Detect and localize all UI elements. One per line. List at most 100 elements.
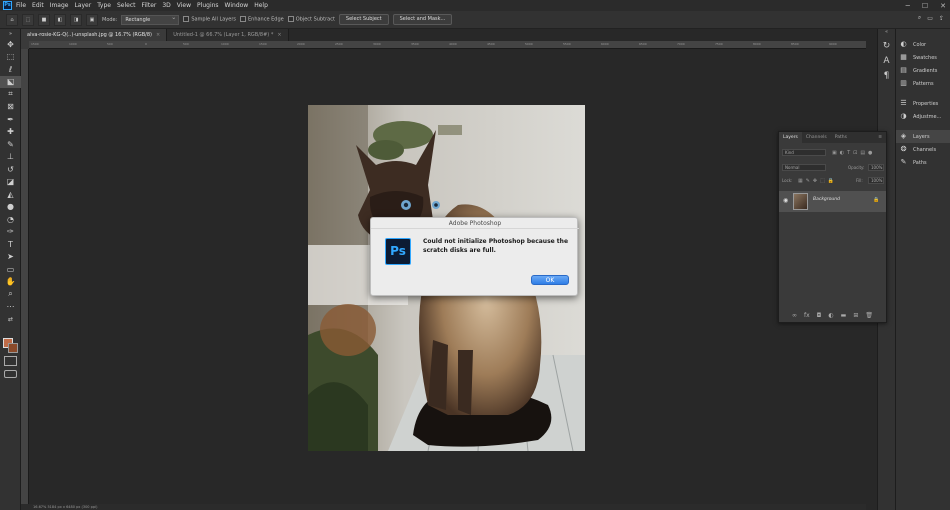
layer-row-background[interactable]: ◉ Background 🔒 (779, 191, 886, 212)
close-tab-icon[interactable]: × (277, 32, 281, 38)
filter-icons[interactable]: ▣◐T⊡▤● (832, 149, 875, 157)
layer-style-icon[interactable]: fx (804, 312, 810, 319)
type-tool-icon[interactable]: T (0, 238, 21, 251)
home-icon[interactable]: ⌂ (6, 13, 18, 26)
close-tab-icon[interactable]: × (156, 32, 160, 38)
new-selection-icon[interactable]: ■ (38, 13, 50, 26)
opacity-field[interactable]: 100% (868, 164, 884, 171)
fill-field[interactable]: 100% (868, 177, 884, 184)
add-selection-icon[interactable]: ◧ (54, 13, 66, 26)
menu-type[interactable]: Type (97, 2, 111, 9)
kind-filter-select[interactable]: Kind (782, 149, 826, 156)
maximize-icon[interactable]: ☐ (922, 2, 928, 10)
eraser-tool-icon[interactable]: ◪ (0, 176, 21, 189)
adjustments-icon: ◑ (900, 112, 907, 120)
screen-mode-icon[interactable] (4, 370, 17, 378)
blend-mode-select[interactable]: Normal (782, 164, 826, 171)
horizontal-ruler[interactable]: 1500 1000 500 0 500 1000 1500 2000 2500 … (29, 41, 866, 49)
ok-button[interactable]: OK (531, 275, 569, 285)
select-and-mask-button[interactable]: Select and Mask... (392, 14, 453, 25)
menu-edit[interactable]: Edit (32, 2, 44, 9)
collapse-panels-icon[interactable]: « (878, 29, 895, 41)
menu-filter[interactable]: Filter (142, 2, 157, 9)
menu-image[interactable]: Image (50, 2, 69, 9)
menu-help[interactable]: Help (254, 2, 268, 9)
close-icon[interactable]: ✕ (940, 2, 946, 10)
rectangle-tool-icon[interactable]: ▭ (0, 263, 21, 276)
pen-tool-icon[interactable]: ✑ (0, 226, 21, 239)
mode-select[interactable]: Rectangle (121, 14, 180, 25)
select-subject-button[interactable]: Select Subject (338, 14, 389, 25)
vertical-ruler[interactable] (21, 49, 29, 510)
menu-select[interactable]: Select (117, 2, 136, 9)
dock-swatches[interactable]: ▦ Swatches (896, 51, 950, 64)
crop-tool-icon[interactable]: ⌗ (0, 88, 21, 101)
brush-tool-icon[interactable]: ✎ (0, 138, 21, 151)
menu-window[interactable]: Window (225, 2, 249, 9)
adjustment-layer-icon[interactable]: ◐ (828, 312, 833, 319)
swap-colors-icon[interactable]: ⇄ (0, 313, 21, 326)
panel-menu-icon[interactable]: ≡ (874, 132, 886, 143)
zoom-tool-icon[interactable]: ⌕ (0, 288, 21, 301)
layer-name[interactable]: Background (813, 197, 840, 202)
subtract-selection-icon[interactable]: ◨ (70, 13, 82, 26)
sample-all-layers-checkbox[interactable]: Sample All Layers (183, 16, 236, 23)
paint-bucket-tool-icon[interactable]: ◭ (0, 188, 21, 201)
dock-adjustments[interactable]: ◑ Adjustme... (896, 110, 950, 123)
dock-patterns[interactable]: ▥ Patterns (896, 77, 950, 90)
dodge-tool-icon[interactable]: ◔ (0, 213, 21, 226)
dock-color[interactable]: ◐ Color (896, 38, 950, 51)
dock-paths[interactable]: ✎ Paths (896, 156, 950, 169)
menu-view[interactable]: View (177, 2, 191, 9)
minimize-icon[interactable]: ─ (906, 2, 910, 10)
frame-tool-icon[interactable]: ⊠ (0, 101, 21, 114)
tab-channels[interactable]: Channels (802, 132, 831, 143)
menu-layer[interactable]: Layer (74, 2, 91, 9)
object-selection-tool-icon[interactable]: ⬕ (0, 75, 21, 88)
new-group-icon[interactable]: ▬ (841, 312, 847, 319)
dock-layers[interactable]: ◈ Layers (896, 130, 950, 143)
workspace-icon[interactable]: ▭ (927, 15, 933, 22)
object-subtract-checkbox[interactable]: Object Subtract (287, 16, 335, 23)
path-selection-tool-icon[interactable]: ➤ (0, 251, 21, 264)
visibility-eye-icon[interactable]: ◉ (783, 197, 788, 204)
paragraph-icon[interactable]: ¶ (878, 71, 895, 86)
background-color-swatch[interactable] (8, 343, 18, 353)
search-icon[interactable]: ⌕ (918, 14, 921, 22)
history-brush-tool-icon[interactable]: ↺ (0, 163, 21, 176)
dock-channels[interactable]: ❂ Channels (896, 143, 950, 156)
intersect-selection-icon[interactable]: ▣ (86, 13, 98, 26)
edit-toolbar-icon[interactable]: ⋯ (0, 301, 21, 314)
history-icon[interactable]: ↻ (878, 41, 895, 56)
healing-brush-tool-icon[interactable]: ✚ (0, 126, 21, 139)
eyedropper-tool-icon[interactable]: ✒ (0, 113, 21, 126)
link-layers-icon[interactable]: ∞ (792, 312, 797, 319)
dock-properties[interactable]: ☰ Properties (896, 97, 950, 110)
blur-tool-icon[interactable]: ● (0, 201, 21, 214)
quick-mask-icon[interactable] (4, 356, 17, 366)
photoshop-logo-icon[interactable]: Ps (3, 1, 12, 10)
move-tool-icon[interactable]: ✥ (0, 38, 21, 51)
new-layer-icon[interactable]: ⊞ (853, 312, 858, 319)
tool-preset-icon[interactable]: ⬚ (22, 13, 34, 26)
menu-plugins[interactable]: Plugins (197, 2, 219, 9)
menu-file[interactable]: File (16, 2, 26, 9)
clone-stamp-tool-icon[interactable]: ⊥ (0, 151, 21, 164)
marquee-tool-icon[interactable]: ⬚ (0, 51, 21, 64)
add-mask-icon[interactable]: ◘ (817, 312, 822, 319)
ruler-origin[interactable] (21, 41, 29, 49)
delete-layer-icon[interactable]: 🗑 (865, 312, 873, 319)
share-icon[interactable]: ⇪ (939, 15, 944, 22)
collapse-icon[interactable]: » (0, 29, 21, 38)
tab-paths[interactable]: Paths (831, 132, 851, 143)
lock-icons[interactable]: ▦✎✥⬚🔒 (798, 177, 837, 185)
lasso-tool-icon[interactable]: ℓ (0, 63, 21, 76)
menu-3d[interactable]: 3D (162, 2, 170, 9)
character-icon[interactable]: A (878, 56, 895, 71)
enhance-edge-checkbox[interactable]: Enhance Edge (239, 16, 284, 23)
tab-layers[interactable]: Layers (779, 132, 802, 143)
hand-tool-icon[interactable]: ✋ (0, 276, 21, 289)
tab-cat-photo[interactable]: alva-rosie-KG-Q(..)-unsplash.jpg @ 16.7%… (21, 29, 168, 41)
dock-gradients[interactable]: ▤ Gradients (896, 64, 950, 77)
tab-untitled-1[interactable]: Untitled-1 @ 66.7% (Layer 1, RGB/8#) * × (167, 29, 289, 41)
